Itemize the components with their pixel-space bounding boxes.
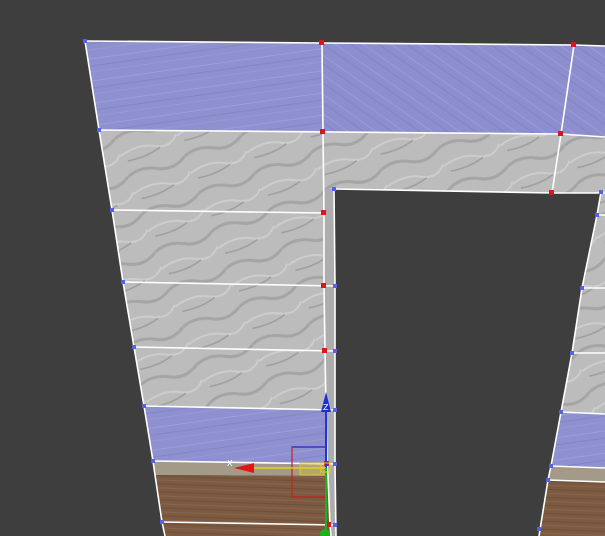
vertex[interactable] bbox=[333, 284, 337, 288]
vertex[interactable] bbox=[333, 523, 337, 527]
face-top-left-selected[interactable] bbox=[85, 41, 323, 132]
vertex-selected[interactable] bbox=[320, 129, 325, 134]
vertex[interactable] bbox=[332, 187, 336, 191]
gizmo-z-label: Z bbox=[323, 403, 329, 412]
face-right-row-4[interactable] bbox=[561, 353, 605, 414]
face-left-row-7-wood[interactable] bbox=[155, 475, 330, 525]
vertex[interactable] bbox=[160, 520, 164, 524]
face-right-row-2[interactable] bbox=[582, 215, 605, 288]
vertex[interactable] bbox=[97, 128, 101, 132]
gizmo-x-label: X bbox=[227, 459, 233, 468]
face-left-row-2[interactable] bbox=[112, 210, 324, 286]
vertex[interactable] bbox=[595, 213, 599, 217]
face-group-right-column bbox=[539, 192, 605, 536]
vertex[interactable] bbox=[333, 349, 337, 353]
vertex[interactable] bbox=[580, 286, 584, 290]
vertex-selected[interactable] bbox=[571, 42, 576, 47]
3d-viewport[interactable]: Z X bbox=[0, 0, 605, 536]
vertex[interactable] bbox=[546, 478, 550, 482]
face-left-row-1[interactable] bbox=[99, 130, 324, 213]
mesh-scene[interactable]: Z X bbox=[0, 0, 605, 536]
vertex[interactable] bbox=[537, 527, 541, 531]
vertex[interactable] bbox=[83, 39, 87, 43]
face-top-middle-selected[interactable] bbox=[322, 43, 574, 134]
vertex-selected[interactable] bbox=[321, 210, 326, 215]
vertex[interactable] bbox=[142, 404, 146, 408]
vertex[interactable] bbox=[151, 459, 155, 463]
vertex-selected[interactable] bbox=[558, 131, 563, 136]
vertex-selected[interactable] bbox=[549, 190, 554, 195]
vertex[interactable] bbox=[559, 410, 563, 414]
vertex[interactable] bbox=[333, 408, 337, 412]
vertex[interactable] bbox=[121, 280, 125, 284]
face-left-row-4[interactable] bbox=[134, 347, 326, 410]
vertex-selected[interactable] bbox=[322, 348, 327, 353]
vertex[interactable] bbox=[549, 464, 553, 468]
vertex-selected[interactable] bbox=[321, 283, 326, 288]
face-left-row-5-selected[interactable] bbox=[144, 406, 327, 464]
vertex[interactable] bbox=[132, 345, 136, 349]
face-beam-bottom-middle[interactable] bbox=[323, 132, 561, 193]
vertex[interactable] bbox=[110, 208, 114, 212]
vertex[interactable] bbox=[333, 462, 337, 466]
face-left-row-3[interactable] bbox=[123, 282, 325, 351]
vertex-selected[interactable] bbox=[319, 40, 324, 45]
vertex[interactable] bbox=[599, 190, 603, 194]
vertex[interactable] bbox=[570, 351, 574, 355]
face-right-row-7-wood[interactable] bbox=[539, 480, 605, 536]
